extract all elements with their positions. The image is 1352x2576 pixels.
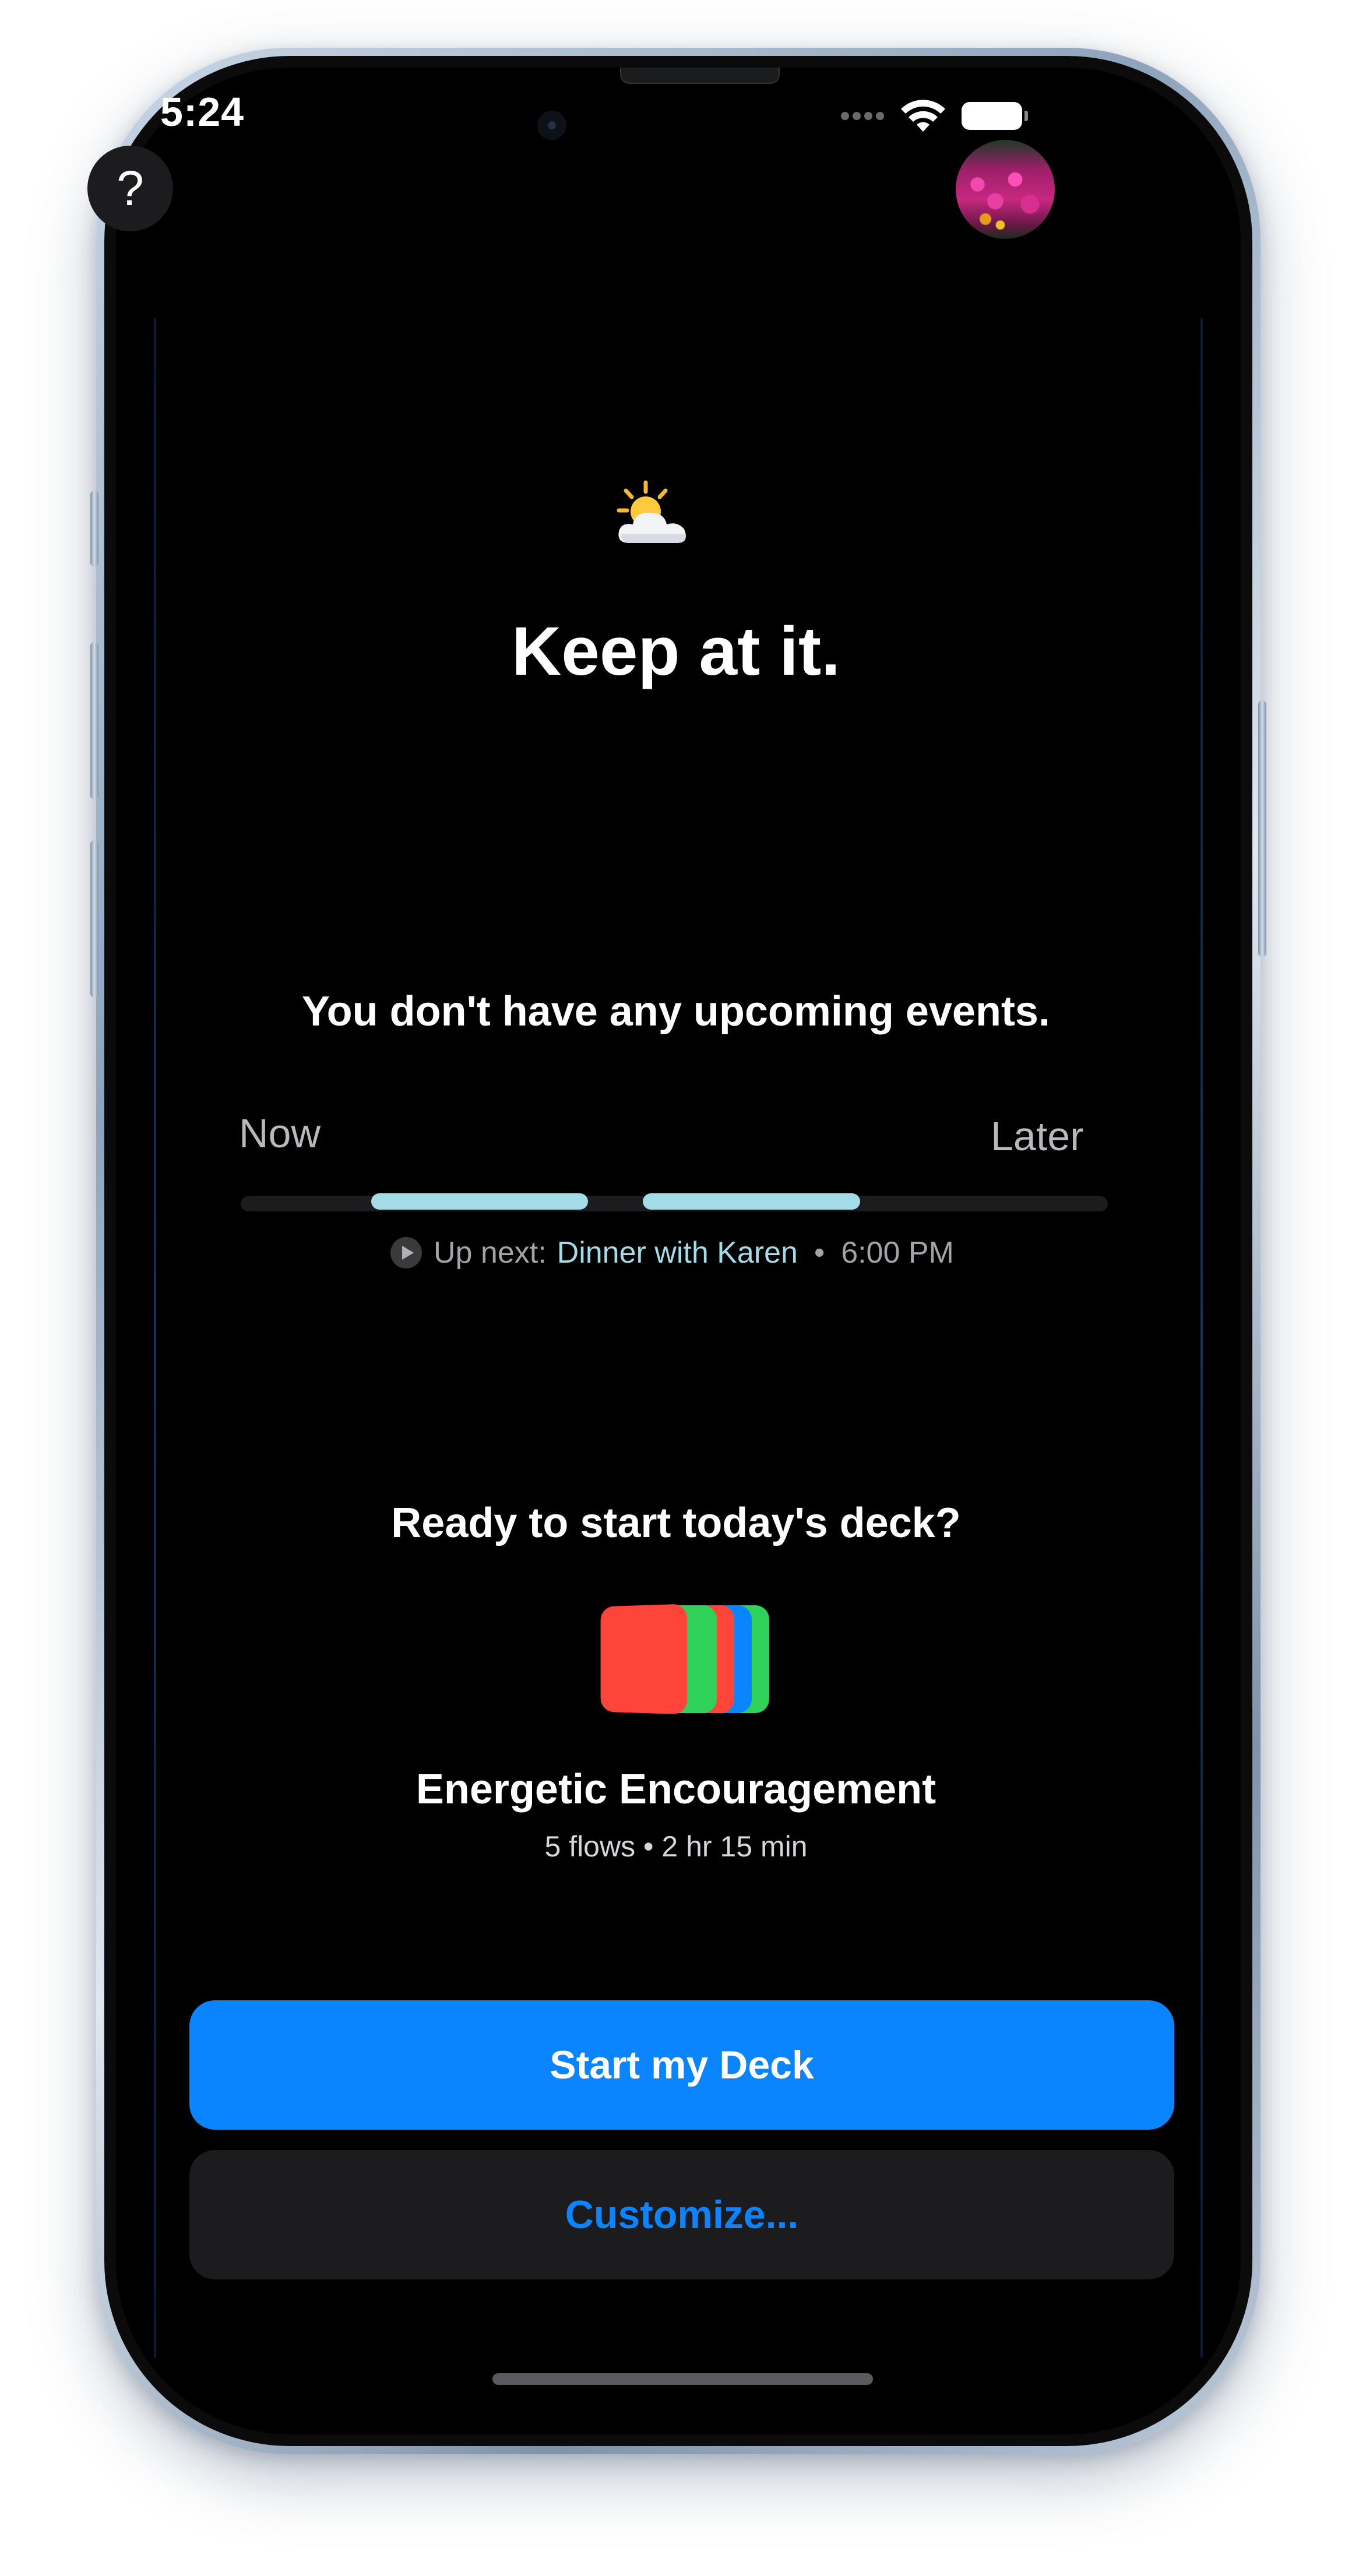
- up-next-row[interactable]: Up next: Dinner with Karen • 6:00 PM: [390, 1232, 954, 1273]
- start-deck-button[interactable]: Start my Deck: [189, 2000, 1174, 2130]
- deck-card: [600, 1604, 688, 1715]
- avatar[interactable]: [956, 140, 1055, 239]
- power-button: [1258, 700, 1266, 957]
- timeline-event[interactable]: [643, 1193, 860, 1210]
- help-button[interactable]: ?: [87, 146, 173, 231]
- sun-behind-cloud-icon: [617, 480, 686, 543]
- timeline-event[interactable]: [371, 1193, 588, 1210]
- deck-name: Energetic Encouragement: [416, 1766, 936, 1813]
- volume-down-button: [90, 840, 98, 998]
- battery-icon: [962, 102, 1028, 130]
- up-next-prefix: Up next:: [434, 1236, 547, 1270]
- separator: •: [814, 1236, 825, 1270]
- events-message: You don't have any upcoming events.: [302, 988, 1050, 1035]
- up-next-event: Dinner with Karen: [557, 1236, 798, 1270]
- up-next-time: 6:00 PM: [841, 1236, 954, 1270]
- timeline-start-label: Now: [239, 1111, 321, 1156]
- status-time: 5:24: [160, 89, 245, 135]
- wifi-icon: [901, 100, 945, 132]
- cellular-signal-icon: [841, 112, 893, 124]
- deck-meta: 5 flows • 2 hr 15 min: [544, 1830, 808, 1863]
- front-camera: [537, 111, 566, 140]
- deck-question: Ready to start today's deck?: [391, 1500, 961, 1546]
- deck-stack-icon: [594, 1604, 769, 1722]
- side-button: [90, 491, 98, 566]
- page-title: Keep at it.: [512, 613, 840, 690]
- customize-button[interactable]: Customize...: [189, 2150, 1174, 2279]
- home-indicator[interactable]: [492, 2373, 873, 2385]
- timeline-end-label: Later: [991, 1113, 1084, 1159]
- play-icon: [390, 1237, 422, 1268]
- speaker-grille: [620, 68, 780, 84]
